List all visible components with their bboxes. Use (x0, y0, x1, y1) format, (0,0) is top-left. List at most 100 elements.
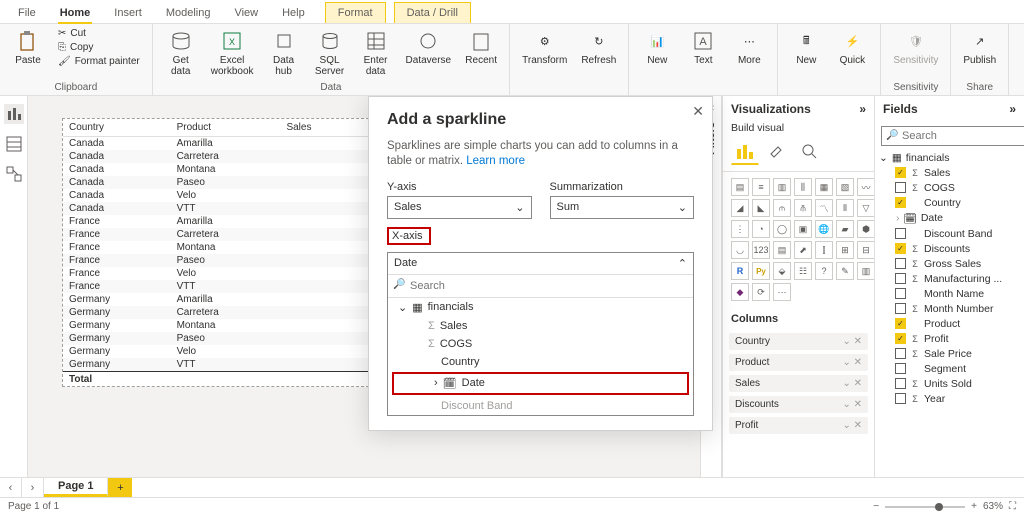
field-product[interactable]: ✓Product (879, 316, 1020, 331)
format-painter-button[interactable]: 🖌Format painter (54, 55, 144, 68)
viz-r[interactable]: R (731, 262, 749, 280)
field-units-sold[interactable]: ΣUnits Sold (879, 376, 1020, 391)
analytics-tab[interactable] (795, 137, 823, 165)
xaxis-select[interactable]: Date⌃ (388, 253, 693, 275)
viz-py[interactable]: Py (752, 262, 770, 280)
tree-country[interactable]: Country (388, 353, 693, 371)
viz-powerapps[interactable]: ◆ (731, 283, 749, 301)
field-manufacturing-[interactable]: ΣManufacturing ... (879, 271, 1020, 286)
col-product[interactable]: Product (171, 119, 281, 137)
tab-datadrill[interactable]: Data / Drill (394, 2, 471, 23)
expand-right-icon[interactable]: » (1009, 102, 1016, 116)
copy-button[interactable]: ⎘Copy (54, 41, 144, 54)
viz-100col[interactable]: ▧ (836, 178, 854, 196)
viz-line-col[interactable]: ⫙ (773, 199, 791, 217)
viz-card[interactable]: 123 (752, 241, 770, 259)
viz-table[interactable]: ⊞ (836, 241, 854, 259)
paste-button[interactable]: Paste (8, 27, 48, 68)
field-gross-sales[interactable]: ΣGross Sales (879, 256, 1020, 271)
viz-scatter[interactable]: ⋮ (731, 220, 749, 238)
data-view-icon[interactable] (4, 134, 24, 154)
field-profit[interactable]: ✓ΣProfit (879, 331, 1020, 346)
tab-help[interactable]: Help (270, 3, 317, 23)
viz-qna[interactable]: ? (815, 262, 833, 280)
viz-clustered-bar[interactable]: ≡ (752, 178, 770, 196)
well-product[interactable]: Product⌄ ✕ (729, 354, 868, 371)
viz-stacked-col[interactable]: ▥ (773, 178, 791, 196)
recent-button[interactable]: Recent (461, 27, 501, 79)
zoom-slider[interactable] (885, 506, 965, 508)
viz-clustered-col[interactable]: ⫼ (794, 178, 812, 196)
field-sales[interactable]: ✓ΣSales (879, 165, 1020, 180)
viz-treemap[interactable]: ▣ (794, 220, 812, 238)
fields-search-input[interactable] (881, 126, 1024, 146)
sheet-tab-page1[interactable]: Page 1 (44, 478, 108, 497)
field-segment[interactable]: Segment (879, 361, 1020, 376)
viz-azure-map[interactable]: ⬢ (857, 220, 875, 238)
viz-ribbon[interactable]: 〽 (815, 199, 833, 217)
refresh-button[interactable]: ↻Refresh (577, 27, 620, 68)
xaxis-search-input[interactable] (388, 275, 693, 298)
transform-button[interactable]: ⚙Transform (518, 27, 571, 68)
quick-measure-button[interactable]: ⚡Quick (832, 27, 872, 68)
dataverse-button[interactable]: Dataverse (402, 27, 456, 79)
viz-kpi[interactable]: ⬈ (794, 241, 812, 259)
viz-automate[interactable]: ⟳ (752, 283, 770, 301)
new-measure-button[interactable]: 🖩New (786, 27, 826, 68)
field-cogs[interactable]: ΣCOGS (879, 180, 1020, 195)
tab-modeling[interactable]: Modeling (154, 3, 223, 23)
well-discounts[interactable]: Discounts⌄ ✕ (729, 396, 868, 413)
viz-pie[interactable]: ◔ (752, 220, 770, 238)
summarization-select[interactable]: Sum⌄ (550, 196, 695, 219)
viz-stacked-bar[interactable]: ▤ (731, 178, 749, 196)
viz-waterfall[interactable]: ⫴ (836, 199, 854, 217)
well-profit[interactable]: Profit⌄ ✕ (729, 417, 868, 434)
publish-button[interactable]: ↗Publish (959, 27, 1000, 68)
tree-root-financials[interactable]: ⌄▦financials (388, 298, 693, 317)
sheet-prev[interactable]: ‹ (0, 478, 22, 497)
viz-line-col2[interactable]: ⫚ (794, 199, 812, 217)
viz-multi-card[interactable]: ▤ (773, 241, 791, 259)
text-box-button[interactable]: AText (683, 27, 723, 68)
tab-insert[interactable]: Insert (102, 3, 154, 23)
get-data-button[interactable]: Get data (161, 27, 201, 79)
viz-funnel[interactable]: ▽ (857, 199, 875, 217)
excel-button[interactable]: XExcel workbook (207, 27, 258, 79)
field-sale-price[interactable]: ΣSale Price (879, 346, 1020, 361)
learn-more-link[interactable]: Learn more (466, 155, 525, 167)
viz-decomp[interactable]: ☷ (794, 262, 812, 280)
tab-format[interactable]: Format (325, 2, 386, 23)
fit-page-icon[interactable]: ⛶ (1009, 501, 1016, 512)
field-date[interactable]: ›🗓Date (879, 210, 1020, 226)
tree-discount-band[interactable]: Discount Band (388, 397, 693, 415)
viz-donut[interactable]: ◯ (773, 220, 791, 238)
fields-table-financials[interactable]: ⌄▦financials (875, 150, 1024, 165)
viz-100bar[interactable]: ▦ (815, 178, 833, 196)
viz-paginated[interactable]: ▥ (857, 262, 875, 280)
viz-map[interactable]: 🌐 (815, 220, 833, 238)
model-view-icon[interactable] (4, 164, 24, 184)
more-visual-button[interactable]: ⋯More (729, 27, 769, 68)
sql-button[interactable]: SQL Server (310, 27, 350, 79)
yaxis-select[interactable]: Sales⌄ (387, 196, 532, 219)
viz-gauge[interactable]: ◡ (731, 241, 749, 259)
tab-home[interactable]: Home (48, 3, 103, 23)
viz-area[interactable]: ◢ (731, 199, 749, 217)
field-year[interactable]: ΣYear (879, 391, 1020, 406)
col-country[interactable]: Country (63, 119, 171, 137)
viz-more[interactable]: ⋯ (773, 283, 791, 301)
tab-view[interactable]: View (222, 3, 270, 23)
new-visual-button[interactable]: 📊New (637, 27, 677, 68)
expand-right-icon[interactable]: » (859, 102, 866, 116)
field-month-number[interactable]: ΣMonth Number (879, 301, 1020, 316)
tree-sales[interactable]: ΣSales (388, 317, 693, 335)
add-sheet-button[interactable]: + (108, 478, 132, 497)
viz-line[interactable]: 〰 (857, 178, 875, 196)
viz-stacked-area[interactable]: ◣ (752, 199, 770, 217)
report-canvas[interactable]: Country Product Sales Discounts CanadaAm… (28, 96, 1024, 477)
cut-button[interactable]: ✂Cut (54, 27, 144, 40)
viz-filled-map[interactable]: ▰ (836, 220, 854, 238)
format-visual-tab[interactable] (763, 137, 791, 165)
well-sales[interactable]: Sales⌄ ✕ (729, 375, 868, 392)
tab-file[interactable]: File (6, 3, 48, 23)
